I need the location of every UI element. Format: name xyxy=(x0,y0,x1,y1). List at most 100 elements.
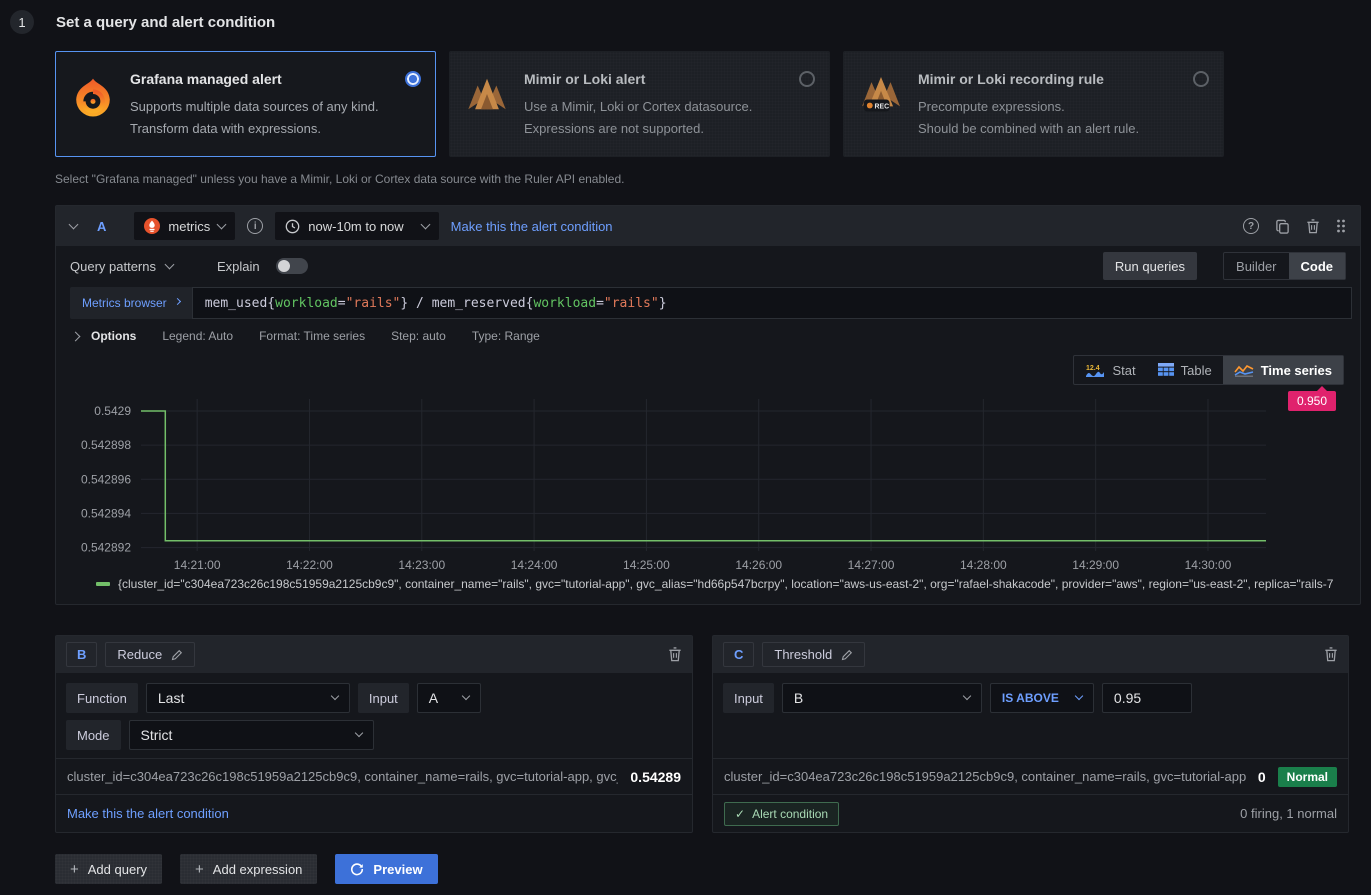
svg-text:14:26:00: 14:26:00 xyxy=(735,558,782,572)
svg-text:14:30:00: 14:30:00 xyxy=(1185,558,1232,572)
mode-label: Mode xyxy=(66,720,121,750)
viz-tab-label: Stat xyxy=(1112,363,1135,378)
rule-type-helper-text: Select "Grafana managed" unless you have… xyxy=(55,172,1371,186)
condition-select[interactable]: IS ABOVE xyxy=(990,683,1094,713)
expression-panel-c: C Threshold Input B IS ABOVE 0.95 cluste… xyxy=(712,635,1349,833)
expression-name: Reduce xyxy=(117,647,162,662)
pencil-icon xyxy=(171,649,183,661)
preview-button[interactable]: Preview xyxy=(335,854,437,884)
mode-value: Strict xyxy=(141,727,173,743)
prometheus-icon xyxy=(144,218,160,234)
legend-swatch xyxy=(96,582,110,586)
card-desc-line: Use a Mimir, Loki or Cortex datasource. xyxy=(524,96,815,118)
expression-c-body: Input B IS ABOVE 0.95 xyxy=(713,673,1348,758)
datasource-name: metrics xyxy=(168,219,210,234)
chevron-right-icon xyxy=(174,297,181,304)
svg-text:REC: REC xyxy=(875,103,890,110)
option-legend: Legend: Auto xyxy=(162,329,233,343)
function-label: Function xyxy=(66,683,138,713)
input-label: Input xyxy=(723,683,774,713)
mode-select[interactable]: Strict xyxy=(129,720,374,750)
card-title: Mimir or Loki recording rule xyxy=(918,71,1104,87)
chart-legend[interactable]: {cluster_id="c304ea723c26c198c51959a2125… xyxy=(56,573,1360,595)
svg-text:14:25:00: 14:25:00 xyxy=(623,558,670,572)
expression-c-result: cluster_id=c304ea723c26c198c51959a2125cb… xyxy=(713,758,1348,794)
svg-text:0.542892: 0.542892 xyxy=(81,541,131,555)
run-queries-button[interactable]: Run queries xyxy=(1103,252,1197,280)
viz-switcher-row: 12.4 Stat Table xyxy=(56,355,1360,387)
card-desc-line: Supports multiple data sources of any ki… xyxy=(130,96,421,118)
delete-query-icon[interactable] xyxy=(1306,219,1320,234)
query-ref-id: A xyxy=(97,219,106,234)
query-patterns-label: Query patterns xyxy=(70,259,156,274)
expression-b-header: B Reduce xyxy=(56,636,692,673)
editor-mode-switch: Builder Code xyxy=(1223,252,1346,280)
radio-unselected-icon[interactable] xyxy=(799,71,815,87)
add-expression-button[interactable]: + Add expression xyxy=(180,854,317,884)
expression-ref-id: C xyxy=(723,642,754,667)
time-range-picker[interactable]: now-10m to now xyxy=(275,212,438,240)
metrics-browser-button[interactable]: Metrics browser xyxy=(70,287,192,319)
expression-name: Threshold xyxy=(774,647,832,662)
alert-condition-label: Alert condition xyxy=(752,807,828,821)
svg-text:14:27:00: 14:27:00 xyxy=(848,558,895,572)
svg-text:14:23:00: 14:23:00 xyxy=(398,558,445,572)
input-value: B xyxy=(794,690,803,706)
alert-condition-badge[interactable]: ✓ Alert condition xyxy=(724,802,839,826)
svg-text:0.542898: 0.542898 xyxy=(81,438,131,452)
svg-text:14:21:00: 14:21:00 xyxy=(174,558,221,572)
delete-expression-icon[interactable] xyxy=(1324,647,1338,662)
card-desc-line: Should be combined with an alert rule. xyxy=(918,118,1209,140)
threshold-value-input[interactable]: 0.95 xyxy=(1102,683,1192,713)
chevron-down-icon xyxy=(354,729,362,737)
options-toggle[interactable]: Options xyxy=(72,329,136,343)
make-alert-condition-link[interactable]: Make this the alert condition xyxy=(67,806,229,821)
legend-series-name: {cluster_id="c304ea723c26c198c51959a2125… xyxy=(118,577,1333,591)
help-icon[interactable]: ? xyxy=(1243,218,1259,234)
expression-name-edit[interactable]: Threshold xyxy=(762,642,865,667)
add-query-button[interactable]: + Add query xyxy=(55,854,162,884)
metrics-browser-label: Metrics browser xyxy=(82,296,167,310)
chevron-right-icon xyxy=(71,331,81,341)
viz-tab-table[interactable]: Table xyxy=(1147,356,1223,384)
radio-selected-icon[interactable] xyxy=(405,71,421,87)
drag-handle-icon[interactable] xyxy=(1336,218,1346,234)
svg-text:14:22:00: 14:22:00 xyxy=(286,558,333,572)
explain-toggle[interactable] xyxy=(276,258,308,274)
card-mimir-loki-alert[interactable]: Mimir or Loki alert Use a Mimir, Loki or… xyxy=(449,51,830,157)
time-series-icon xyxy=(1234,363,1254,377)
bottom-actions: + Add query + Add expression Preview xyxy=(55,854,438,884)
mimir-logo-icon xyxy=(464,65,510,143)
viz-tab-time-series[interactable]: Time series xyxy=(1223,356,1343,384)
stat-icon: 12.4 xyxy=(1085,363,1105,378)
card-mimir-loki-recording-rule[interactable]: REC Mimir or Loki recording rule Precomp… xyxy=(843,51,1224,157)
make-alert-condition-link[interactable]: Make this the alert condition xyxy=(451,219,613,234)
info-icon[interactable]: i xyxy=(247,218,263,234)
input-value: A xyxy=(429,690,438,706)
option-type: Type: Range xyxy=(472,329,540,343)
code-mode-button[interactable]: Code xyxy=(1289,253,1346,279)
datasource-picker[interactable]: metrics xyxy=(134,212,235,240)
svg-text:0.5429: 0.5429 xyxy=(94,404,131,418)
chevron-down-icon xyxy=(217,219,227,229)
query-patterns-dropdown[interactable]: Query patterns xyxy=(70,259,173,274)
svg-text:12.4: 12.4 xyxy=(1086,365,1100,372)
viz-tab-label: Time series xyxy=(1261,363,1332,378)
input-select[interactable]: A xyxy=(417,683,481,713)
delete-expression-icon[interactable] xyxy=(668,647,682,662)
query-expression[interactable]: mem_used{workload="rails"} / mem_reserve… xyxy=(192,287,1352,319)
viz-tab-stat[interactable]: 12.4 Stat xyxy=(1074,356,1146,384)
input-select[interactable]: B xyxy=(782,683,982,713)
viz-tab-label: Table xyxy=(1181,363,1212,378)
card-grafana-managed-alert[interactable]: Grafana managed alert Supports multiple … xyxy=(55,51,436,157)
mimir-rec-logo-icon: REC xyxy=(858,65,904,143)
add-expression-label: Add expression xyxy=(213,862,303,877)
builder-mode-button[interactable]: Builder xyxy=(1224,253,1288,279)
collapse-chevron-icon[interactable] xyxy=(69,219,79,229)
radio-unselected-icon[interactable] xyxy=(1193,71,1209,87)
expression-name-edit[interactable]: Reduce xyxy=(105,642,195,667)
grafana-logo-icon xyxy=(70,65,116,143)
function-select[interactable]: Last xyxy=(146,683,350,713)
duplicate-icon[interactable] xyxy=(1275,219,1290,234)
card-desc-line: Expressions are not supported. xyxy=(524,118,815,140)
